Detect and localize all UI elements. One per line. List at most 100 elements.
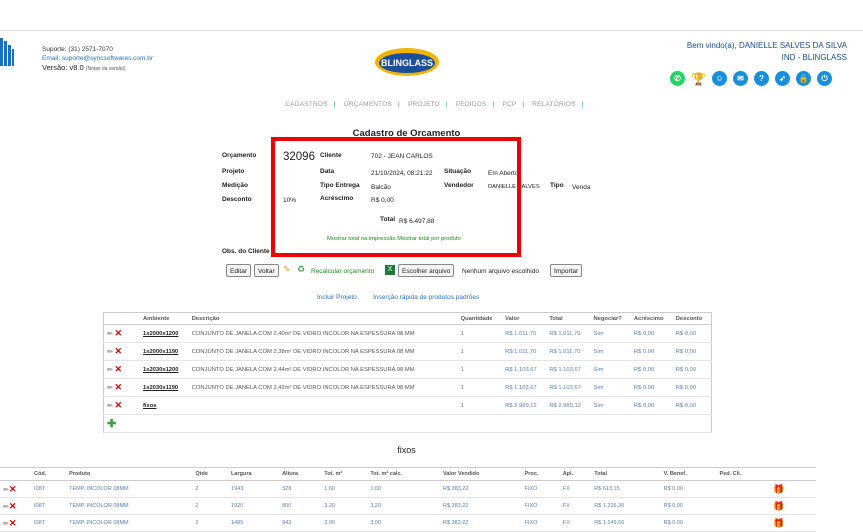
produto-cell: TEMP. INCOLOR 08MM: [66, 514, 193, 532]
importar-button[interactable]: Importar: [550, 264, 583, 277]
ped-cli-cell: [716, 480, 770, 498]
acrescimo-cell: R$ 0,00: [630, 324, 673, 343]
quantidade-cell: 1: [457, 360, 503, 379]
ped-cli-cell: [716, 497, 770, 515]
delete-icon[interactable]: ✕: [115, 364, 123, 374]
delete-icon[interactable]: ✕: [9, 501, 17, 511]
nav-orcamentos[interactable]: ORÇAMENTOS: [338, 101, 398, 108]
quantidade-cell: 1: [457, 378, 503, 397]
delete-icon[interactable]: ✕: [115, 346, 123, 356]
cod-cell: I08T: [31, 497, 67, 515]
nav-cadastros[interactable]: CADASTROS: [279, 101, 333, 108]
ambiente-cell[interactable]: fixos: [140, 396, 189, 415]
negociar-cell: Sim: [590, 342, 631, 361]
incluir-projeto-link[interactable]: Incluir Projeto: [317, 294, 357, 301]
trophy-icon[interactable]: 🏆: [691, 71, 706, 86]
delete-icon[interactable]: ✕: [115, 328, 123, 338]
edit-icon[interactable]: ✏: [107, 385, 113, 392]
gift-icon[interactable]: 🎁: [773, 518, 784, 528]
delete-icon[interactable]: ✕: [9, 484, 17, 494]
add-icon[interactable]: ✚: [107, 418, 116, 430]
altura-cell: 328: [279, 480, 322, 498]
produto-cell: TEMP. INCOLOR 08MM: [66, 480, 193, 498]
total-cell: R$ 1.103,67: [546, 360, 591, 379]
total-cell: R$ 1.149,66: [591, 514, 661, 532]
valor-cell: R$ 1.011,70: [502, 342, 547, 361]
valor-cell: R$ 1.011,70: [502, 324, 547, 343]
support-info: Suporte: (31) 2571-7070 Email: suporte@s…: [42, 45, 153, 74]
col-valor-vendido: Valor Vendido: [439, 467, 522, 481]
user-icon[interactable]: ☺: [712, 71, 727, 86]
header-icon-bar: ✆ 🏆 ☺ ✉ ? ➶ 🔒 ⏻: [670, 71, 832, 88]
ambiente-cell[interactable]: 1x2030x1200: [140, 360, 189, 379]
delete-icon[interactable]: ✕: [9, 518, 17, 528]
altura-cell: 800: [279, 497, 322, 515]
col-apl: Apl.: [559, 467, 592, 481]
acrescimo-cell: R$ 0,00: [630, 342, 673, 361]
tot-m2-calc-cell: 3,20: [367, 497, 440, 515]
insercao-rapida-link[interactable]: Inserção rápida de produtos padrões: [373, 294, 479, 301]
col-altura: Altura: [279, 467, 322, 481]
welcome-message: Bem vindo(a), DANIELLE SALVES DA SILVA I…: [686, 41, 847, 62]
col-proc: Proc.: [521, 467, 560, 481]
valor-cell: R$ 1.103,67: [502, 360, 547, 379]
version-notes-link[interactable]: (Notas da versão): [86, 66, 126, 72]
tot-m2-cell: 3,20: [321, 497, 368, 515]
edit-icon[interactable]: ✏: [107, 331, 113, 338]
table-row: ✏ ✕ 1x2000x1200 CONJUNTO DE JANELA COM 2,4…: [103, 324, 712, 343]
col-total: Total: [546, 312, 591, 325]
delete-icon[interactable]: ✕: [115, 400, 123, 410]
tipo-value: Venda: [572, 184, 591, 191]
nav-relatorios[interactable]: RELATÓRIOS: [526, 101, 581, 108]
desconto-label: Desconto: [222, 196, 252, 203]
ambientes-table: Ambiente Descrição Quantidade Valor Tota…: [103, 312, 712, 433]
power-icon[interactable]: ⏻: [817, 71, 832, 86]
edit-icon[interactable]: ✏: [107, 349, 113, 356]
whatsapp-icon[interactable]: ✆: [670, 71, 685, 86]
ambiente-cell[interactable]: 1x2030x1190: [140, 378, 189, 397]
qtde-cell: 2: [192, 514, 229, 532]
col-ambiente: Ambiente: [140, 312, 189, 325]
col-cod: Cód.: [31, 467, 67, 481]
rocket-icon[interactable]: ➶: [775, 71, 790, 86]
version-info: Versão: v8.0 (Notas da versão): [42, 63, 126, 72]
table-row: ✏✕ I08T TEMP. INCOLOR 08MM 2 1920 800 3,20 3,20…: [0, 497, 816, 515]
desconto-cell: R$ 0,00: [672, 360, 712, 379]
largura-cell: 1943: [228, 480, 280, 498]
recalculate-icon[interactable]: ♻: [297, 264, 305, 275]
desconto-cell: R$ 0,00: [672, 378, 712, 397]
cod-cell: I08T: [31, 514, 67, 532]
ambiente-cell[interactable]: 1x2000x1190: [140, 342, 189, 361]
editar-button[interactable]: Editar: [226, 264, 251, 277]
tot-m2-calc-cell: 1,60: [367, 480, 440, 498]
delete-icon[interactable]: ✕: [115, 382, 123, 392]
col-tot-m2: Tot. m²: [321, 467, 368, 481]
nav-pedidos[interactable]: PEDIDOS: [450, 101, 493, 108]
support-email[interactable]: Email: suporte@syncsoftwares.com.br: [42, 54, 153, 63]
recalcular-link[interactable]: Recalcular orçamento: [311, 268, 374, 275]
nav-pcp[interactable]: PCP: [496, 101, 522, 108]
edit-icon[interactable]: ✏: [107, 403, 113, 410]
table-row: ✏✕ I08T TEMP. INCOLOR 08MM 2 1485 943 3,00 3,00…: [0, 514, 816, 532]
col-descricao: Descrição: [188, 312, 458, 325]
tag-icon[interactable]: ✎: [283, 264, 291, 275]
help-icon[interactable]: ?: [754, 71, 769, 86]
excel-icon[interactable]: X: [385, 265, 395, 275]
col-qtde: Qtde: [192, 467, 229, 481]
table-row: ✏ ✕ 1x2030x1190 CONJUNTO DE JANELA COM 2,4…: [103, 378, 712, 397]
edit-icon[interactable]: ✏: [107, 367, 113, 374]
gift-icon[interactable]: 🎁: [773, 501, 784, 511]
lock-icon[interactable]: 🔒: [796, 71, 811, 86]
altura-cell: 943: [279, 514, 322, 532]
v-benef-cell: R$ 0,00: [660, 514, 717, 532]
ambiente-cell[interactable]: 1x2000x1200: [140, 324, 189, 343]
nav-projeto[interactable]: PROJETO: [402, 101, 446, 108]
mail-icon[interactable]: ✉: [733, 71, 748, 86]
gift-icon[interactable]: 🎁: [773, 484, 784, 494]
choose-file-button[interactable]: Escolher arquivo: [398, 264, 455, 277]
descricao-cell: [188, 396, 458, 415]
voltar-button[interactable]: Voltar: [254, 264, 279, 277]
medicao-label: Medição: [222, 182, 249, 189]
tot-m2-cell: 1,60: [321, 480, 368, 498]
apl-cell: FX: [559, 480, 592, 498]
